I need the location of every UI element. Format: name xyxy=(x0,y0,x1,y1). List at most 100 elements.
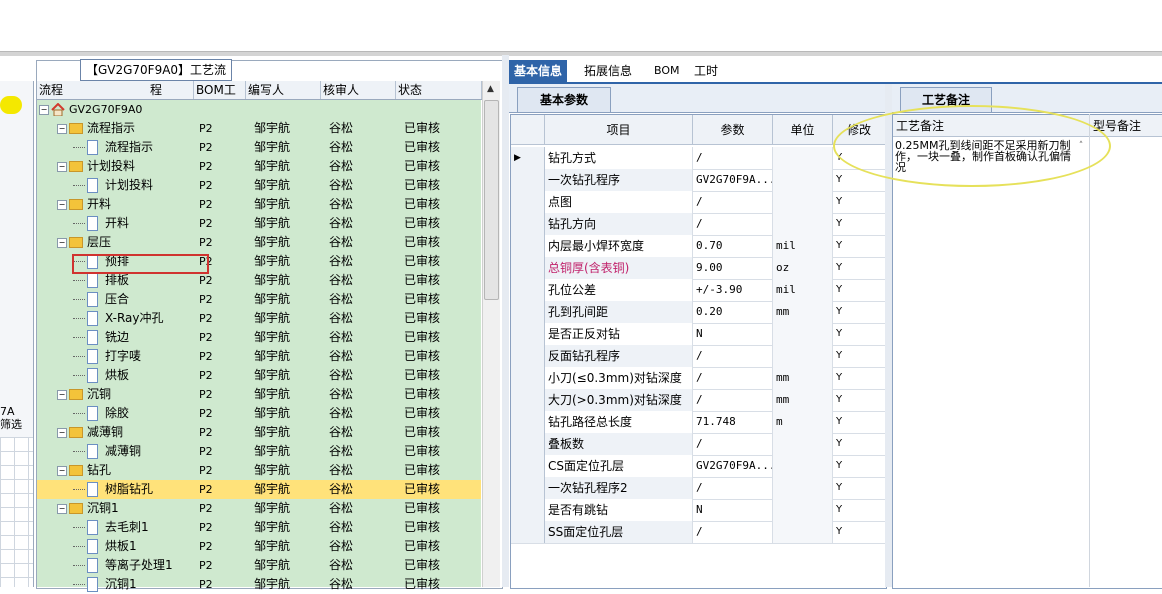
param-row[interactable]: 内层最小焊环宽度 0.70 mil Y xyxy=(511,235,886,258)
param-modify-cell[interactable]: Y xyxy=(833,433,886,455)
param-row[interactable]: 总铜厚(含表铜) 9.00 oz Y xyxy=(511,257,886,280)
param-unit-cell[interactable]: mil xyxy=(773,235,833,257)
tree-row[interactable]: − 流程指示 P2 邹宇航 谷松 已审核 xyxy=(37,119,481,138)
tree-col-header[interactable]: 编写人 xyxy=(246,81,321,99)
param-row[interactable]: ▶ 钻孔方式 / Y xyxy=(511,147,886,170)
tree-node-label[interactable]: 开料 xyxy=(87,195,111,214)
tree-node-label[interactable]: 沉铜 xyxy=(87,385,111,404)
tree-node-label[interactable]: 流程指示 xyxy=(105,138,153,157)
tree-node-label[interactable]: 减薄铜 xyxy=(105,442,141,461)
tree-node-label[interactable]: 压合 xyxy=(105,290,129,309)
param-unit-cell[interactable]: mm xyxy=(773,301,833,323)
param-value-cell[interactable]: / xyxy=(693,389,773,411)
row-header[interactable] xyxy=(511,455,545,477)
chat-bubble-icon[interactable] xyxy=(0,96,22,114)
param-value-cell[interactable]: / xyxy=(693,147,773,169)
param-row[interactable]: 一次钻孔程序2/ Y xyxy=(511,477,886,500)
tree-row[interactable]: − 计划投料 P2 邹宇航 谷松 已审核 xyxy=(37,157,481,176)
param-modify-cell[interactable]: Y xyxy=(833,367,886,389)
tab-basic-info[interactable]: 基本信息 xyxy=(509,60,568,82)
scroll-up-icon[interactable]: ▲ xyxy=(484,84,497,96)
param-modify-cell[interactable]: Y xyxy=(833,389,886,411)
tree-node-label[interactable]: 铣边 xyxy=(105,328,129,347)
row-header[interactable] xyxy=(511,499,545,521)
param-modify-cell[interactable]: Y xyxy=(833,499,886,521)
param-modify-cell[interactable]: Y xyxy=(833,345,886,367)
param-row[interactable]: 孔到孔间距 0.20 mm Y xyxy=(511,301,886,324)
tree-row[interactable]: − 减薄铜 P2 邹宇航 谷松 已审核 xyxy=(37,423,481,442)
collapse-toggle-icon[interactable]: − xyxy=(57,162,67,172)
param-unit-cell[interactable]: m xyxy=(773,411,833,433)
row-header[interactable] xyxy=(511,279,545,301)
tree-node-label[interactable]: 钻孔 xyxy=(87,461,111,480)
param-row[interactable]: 钻孔方向 / Y xyxy=(511,213,886,236)
param-row[interactable]: 大刀(>0.3mm)对钻深度 / mm Y xyxy=(511,389,886,412)
tree-node-label[interactable]: 烘板 xyxy=(105,366,129,385)
param-unit-cell[interactable]: mm xyxy=(773,389,833,411)
param-row[interactable]: 是否正反对钻 N Y xyxy=(511,323,886,346)
param-value-cell[interactable]: / xyxy=(693,213,773,235)
param-value-cell[interactable]: GV2G70F9A... xyxy=(693,169,773,191)
tree-row[interactable]: 沉铜1 P2 邹宇航 谷松 已审核 xyxy=(37,575,481,594)
param-unit-cell[interactable] xyxy=(773,191,833,213)
tree-col-header[interactable]: 状态 xyxy=(396,81,482,99)
tab-bom[interactable]: BOM xyxy=(649,60,685,82)
tree-node-label[interactable]: 沉铜1 xyxy=(87,499,119,518)
collapse-toggle-icon[interactable]: − xyxy=(57,504,67,514)
row-header[interactable] xyxy=(511,521,545,543)
param-row[interactable]: SS面定位孔层 / Y xyxy=(511,521,886,544)
param-value-cell[interactable]: 71.748 xyxy=(693,411,773,433)
param-value-cell[interactable]: 0.70 xyxy=(693,235,773,257)
tree-node-label[interactable]: 去毛刺1 xyxy=(105,518,149,537)
param-unit-cell[interactable] xyxy=(773,147,833,169)
param-row[interactable]: 点图 / Y xyxy=(511,191,886,214)
param-modify-cell[interactable]: Y xyxy=(833,191,886,213)
collapse-toggle-icon[interactable]: − xyxy=(57,466,67,476)
param-value-cell[interactable]: / xyxy=(693,191,773,213)
panel-splitter[interactable] xyxy=(502,55,509,587)
tab-work-hours[interactable]: 工时 xyxy=(689,60,723,82)
param-modify-cell[interactable]: Y xyxy=(833,455,886,477)
param-modify-cell[interactable]: Y xyxy=(833,235,886,257)
row-header[interactable] xyxy=(511,169,545,191)
param-value-cell[interactable]: GV2G70F9A... xyxy=(693,455,773,477)
tree-node-label[interactable]: 除胶 xyxy=(105,404,129,423)
row-header[interactable] xyxy=(511,213,545,235)
collapse-toggle-icon[interactable]: − xyxy=(57,390,67,400)
param-value-cell[interactable]: / xyxy=(693,433,773,455)
tree-node-label[interactable]: 等离子处理1 xyxy=(105,556,173,575)
row-header[interactable] xyxy=(511,191,545,213)
left-edge-label[interactable]: 7A 筛选 xyxy=(0,405,22,431)
tree-row[interactable]: 树脂钻孔 P2 邹宇航 谷松 已审核 xyxy=(37,480,481,499)
tree-node-label[interactable]: 减薄铜 xyxy=(87,423,123,442)
tree-row[interactable]: 减薄铜 P2 邹宇航 谷松 已审核 xyxy=(37,442,481,461)
param-row[interactable]: 叠板数 / Y xyxy=(511,433,886,456)
param-modify-cell[interactable]: Y xyxy=(833,477,886,499)
tree-node-label[interactable]: 打字唛 xyxy=(105,347,141,366)
param-value-cell[interactable]: 0.20 xyxy=(693,301,773,323)
param-unit-cell[interactable] xyxy=(773,169,833,191)
tree-node-label[interactable]: 计划投料 xyxy=(105,176,153,195)
param-modify-cell[interactable]: Y xyxy=(833,521,886,543)
param-value-cell[interactable]: +/-3.90 xyxy=(693,279,773,301)
grid-col-header[interactable]: 参数 xyxy=(693,115,773,145)
tree-node-label[interactable]: 计划投料 xyxy=(87,157,135,176)
param-unit-cell[interactable] xyxy=(773,213,833,235)
row-header[interactable] xyxy=(511,477,545,499)
tree-node-label[interactable]: 烘板1 xyxy=(105,537,137,556)
tree-node-label[interactable]: 层压 xyxy=(87,233,111,252)
row-header[interactable] xyxy=(511,323,545,345)
tree-row[interactable]: 流程指示 P2 邹宇航 谷松 已审核 xyxy=(37,138,481,157)
tree-node-label[interactable]: 树脂钻孔 xyxy=(105,480,153,499)
collapse-toggle-icon[interactable]: − xyxy=(57,428,67,438)
param-row[interactable]: 是否有跳钻 N Y xyxy=(511,499,886,522)
grid-col-header[interactable]: 项目 xyxy=(545,115,693,145)
tab-extended-info[interactable]: 拓展信息 xyxy=(579,60,637,82)
row-header[interactable] xyxy=(511,367,545,389)
row-header[interactable] xyxy=(511,433,545,455)
tree-node-label[interactable]: 沉铜1 xyxy=(105,575,137,594)
row-header[interactable] xyxy=(511,345,545,367)
tree-node-label[interactable]: 流程指示 xyxy=(87,119,135,138)
tree-row[interactable]: − GV2G70F9A0 xyxy=(37,100,481,119)
tree-row[interactable]: − 沉铜1 P2 邹宇航 谷松 已审核 xyxy=(37,499,481,518)
